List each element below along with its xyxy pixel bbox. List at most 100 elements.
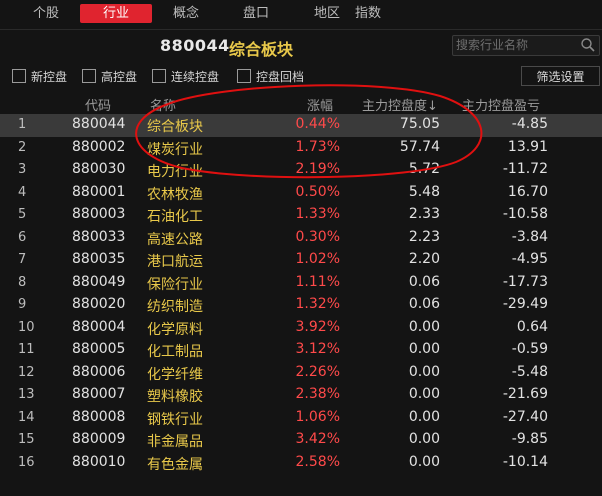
col-change[interactable]: 涨幅 <box>307 95 333 114</box>
row-code: 880004 <box>72 318 126 335</box>
row-name: 农林牧渔 <box>147 186 203 203</box>
table-row[interactable]: 5 880003 石油化工 1.33% 2.33 -10.58 <box>0 204 602 227</box>
row-code: 880003 <box>72 206 126 222</box>
row-name: 综合板块 <box>147 119 203 135</box>
search-input[interactable] <box>456 37 576 53</box>
checkbox[interactable] <box>152 69 166 83</box>
row-name: 有色金属 <box>147 456 203 473</box>
row-control-degree: 75.05 <box>399 116 440 132</box>
checkbox[interactable] <box>12 69 26 83</box>
table-row[interactable]: 15 880009 非金属品 3.42% 0.00 -9.85 <box>0 429 602 452</box>
table-row[interactable]: 6 880033 高速公路 0.30% 2.23 -3.84 <box>0 227 602 250</box>
checkbox[interactable] <box>237 69 251 83</box>
table-row[interactable]: 3 880030 电力行业 2.19% 5.72 -11.72 <box>0 159 602 182</box>
table-row[interactable]: 16 880010 有色金属 2.58% 0.00 -10.14 <box>0 452 602 475</box>
filter-label: 连续控盘 <box>171 70 220 84</box>
row-change: 0.50% <box>295 183 340 200</box>
row-control-degree: 0.00 <box>408 408 440 425</box>
col-control-pnl[interactable]: 主力控盘盈亏 <box>462 95 540 114</box>
table-row[interactable]: 2 880002 煤炭行业 1.73% 57.74 13.91 <box>0 137 602 160</box>
row-control-pnl: -10.14 <box>502 453 548 470</box>
filter-bar: 新控盘 高控盘 连续控盘 控盘回档 <box>0 62 602 90</box>
search-icon[interactable] <box>580 37 596 53</box>
row-control-degree: 0.06 <box>408 273 440 290</box>
row-index: 6 <box>18 229 27 245</box>
table-row[interactable]: 11 880005 化工制品 3.12% 0.00 -0.59 <box>0 339 602 362</box>
row-index: 14 <box>18 409 35 425</box>
row-control-pnl: 0.64 <box>516 318 548 335</box>
search-box <box>452 35 600 56</box>
row-code: 880007 <box>72 386 126 402</box>
col-code[interactable]: 代码 <box>85 95 111 114</box>
sector-code: 880044 <box>160 36 230 55</box>
table-row[interactable]: 14 880008 钢铁行业 1.06% 0.00 -27.40 <box>0 407 602 430</box>
table-row[interactable]: 9 880020 纺织制造 1.32% 0.06 -29.49 <box>0 294 602 317</box>
row-index: 1 <box>18 117 27 132</box>
row-control-pnl: -27.40 <box>502 408 548 425</box>
row-control-pnl: -9.85 <box>511 431 548 447</box>
row-name: 钢铁行业 <box>147 411 203 428</box>
row-change: 2.26% <box>295 363 340 380</box>
row-control-degree: 0.06 <box>408 296 440 312</box>
row-control-pnl: -29.49 <box>502 296 548 312</box>
row-name: 纺织制造 <box>147 299 203 315</box>
row-control-pnl: -4.85 <box>511 116 548 132</box>
row-change: 1.11% <box>295 273 340 290</box>
row-index: 7 <box>18 252 27 267</box>
row-code: 880033 <box>72 228 126 245</box>
tab-region[interactable]: 地区 <box>305 4 349 23</box>
tab-index[interactable]: 指数 <box>346 4 390 23</box>
row-change: 2.58% <box>295 453 340 470</box>
row-control-pnl: 16.70 <box>507 183 548 200</box>
col-control-degree[interactable]: 主力控盘度↓ <box>362 95 438 114</box>
row-index: 5 <box>18 207 27 222</box>
row-control-degree: 0.00 <box>408 431 440 447</box>
row-control-degree: 0.00 <box>408 363 440 380</box>
row-code: 880005 <box>72 341 126 357</box>
tab-industry[interactable]: 行业 <box>80 4 152 23</box>
table-row[interactable]: 7 880035 港口航运 1.02% 2.20 -4.95 <box>0 249 602 272</box>
row-index: 8 <box>18 274 27 290</box>
table-row[interactable]: 13 880007 塑料橡胶 2.38% 0.00 -21.69 <box>0 384 602 407</box>
table-row[interactable]: 10 880004 化学原料 3.92% 0.00 0.64 <box>0 317 602 340</box>
row-name: 塑料橡胶 <box>147 389 203 405</box>
checkbox[interactable] <box>82 69 96 83</box>
row-code: 880035 <box>72 251 126 267</box>
row-code: 880010 <box>72 453 126 470</box>
sector-table: 1 880044 综合板块 0.44% 75.05 -4.85 2 880002 煤炭行业 1.7… <box>0 114 602 474</box>
row-index: 12 <box>18 364 35 380</box>
row-control-degree: 2.33 <box>408 206 440 222</box>
tab-handicap[interactable]: 盘口 <box>234 4 278 23</box>
row-index: 2 <box>18 139 27 155</box>
row-control-degree: 2.20 <box>408 251 440 267</box>
row-control-pnl: -11.72 <box>502 161 548 177</box>
row-code: 880030 <box>72 161 126 177</box>
table-row[interactable]: 12 880006 化学纤维 2.26% 0.00 -5.48 <box>0 362 602 385</box>
row-name: 电力行业 <box>147 164 203 180</box>
row-change: 3.12% <box>295 341 340 357</box>
row-index: 16 <box>18 454 35 470</box>
table-row[interactable]: 4 880001 农林牧渔 0.50% 5.48 16.70 <box>0 182 602 205</box>
row-change: 0.44% <box>295 116 340 132</box>
row-control-pnl: -4.95 <box>511 251 548 267</box>
row-control-degree: 5.48 <box>408 183 440 200</box>
row-change: 2.38% <box>295 386 340 402</box>
row-change: 3.42% <box>295 431 340 447</box>
row-name: 港口航运 <box>147 254 203 270</box>
row-control-pnl: -17.73 <box>502 273 548 290</box>
row-change: 1.73% <box>295 138 340 155</box>
row-change: 3.92% <box>295 318 340 335</box>
row-code: 880008 <box>72 408 126 425</box>
row-code: 880009 <box>72 431 126 447</box>
tab-stocks[interactable]: 个股 <box>24 4 68 23</box>
table-row[interactable]: 8 880049 保险行业 1.11% 0.06 -17.73 <box>0 272 602 295</box>
row-control-degree: 57.74 <box>399 138 440 155</box>
col-name[interactable]: 名称 <box>150 95 176 114</box>
table-row[interactable]: 1 880044 综合板块 0.44% 75.05 -4.85 <box>0 114 602 137</box>
row-control-pnl: -5.48 <box>511 363 548 380</box>
row-control-degree: 0.00 <box>408 453 440 470</box>
tab-concept[interactable]: 概念 <box>164 4 208 23</box>
row-control-degree: 0.00 <box>408 318 440 335</box>
filter-settings-button[interactable]: 筛选设置 <box>521 66 600 86</box>
row-index: 4 <box>18 184 27 200</box>
